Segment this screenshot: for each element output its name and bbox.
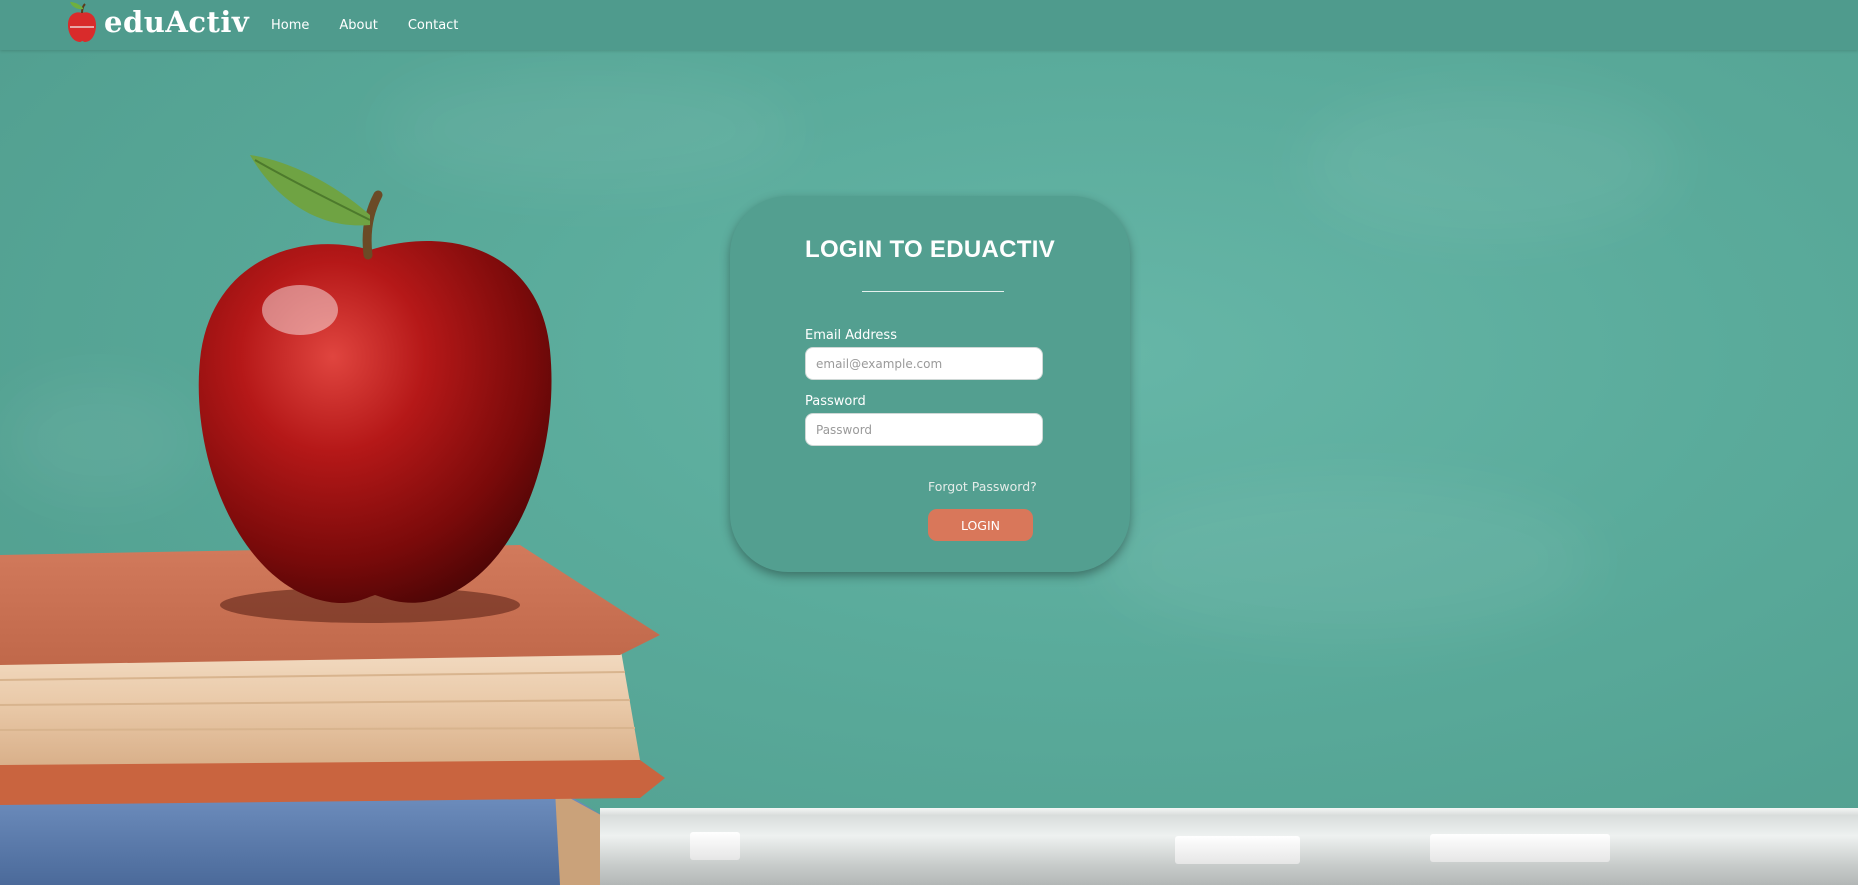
- apple-icon: [66, 1, 98, 43]
- login-card: LOGIN TO EDUACTIV Email Address Password…: [730, 196, 1130, 572]
- top-navbar: eduActiv Home About Contact: [0, 0, 1858, 50]
- chalk-smudge: [1300, 90, 1680, 240]
- chalk-piece: [690, 832, 740, 860]
- apple-on-books-image: [0, 155, 665, 885]
- chalk-smudge: [1100, 480, 1600, 640]
- title-divider: [862, 291, 1004, 292]
- nav-link-home[interactable]: Home: [271, 18, 309, 33]
- login-title: LOGIN TO EDUACTIV: [805, 236, 1055, 263]
- nav-links: Home About Contact: [271, 18, 488, 33]
- login-button[interactable]: LOGIN: [928, 509, 1033, 541]
- nav-link-contact[interactable]: Contact: [408, 18, 459, 33]
- forgot-password-link[interactable]: Forgot Password?: [928, 479, 1037, 494]
- email-field[interactable]: [805, 347, 1043, 380]
- brand-logo-link[interactable]: eduActiv: [66, 0, 249, 44]
- nav-link-about[interactable]: About: [339, 18, 377, 33]
- email-label: Email Address: [805, 328, 897, 343]
- password-field[interactable]: [805, 413, 1043, 446]
- brand-name: eduActiv: [104, 5, 250, 39]
- page: eduActiv Home About Contact LOGIN TO EDU…: [0, 0, 1858, 885]
- chalk-piece: [1430, 834, 1610, 862]
- password-label: Password: [805, 394, 866, 409]
- chalk-piece: [1175, 836, 1300, 864]
